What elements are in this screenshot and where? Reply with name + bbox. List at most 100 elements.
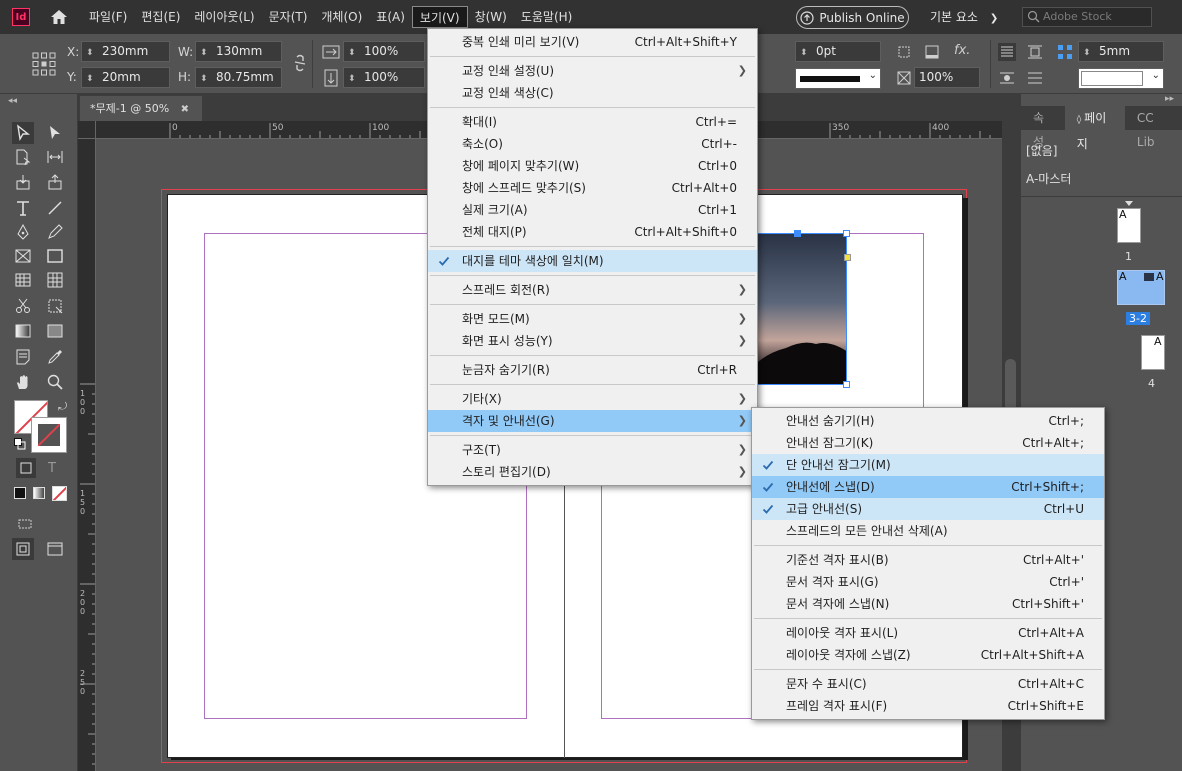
distribute-icon[interactable] — [1026, 69, 1044, 87]
edit-in-photoshop-icon[interactable] — [14, 512, 36, 534]
view-menu-item[interactable]: 화면 모드(M) ❯ — [428, 308, 757, 330]
view-menu-item[interactable]: 실제 크기(A) Ctrl+1 — [428, 199, 757, 221]
menu-help[interactable]: 도움말(H) — [514, 6, 580, 28]
hand-tool[interactable] — [12, 371, 34, 393]
stroke-weight-field[interactable]: ⬍ 0pt — [795, 41, 881, 62]
view-mode-icon[interactable] — [12, 538, 34, 560]
formatting-text-icon[interactable]: T — [42, 458, 62, 478]
page-number-spread[interactable]: 3-2 — [1126, 312, 1150, 325]
h-field[interactable]: ⬍ 80.75mm — [195, 67, 282, 88]
rectangle-frame-tool[interactable] — [12, 245, 34, 267]
link-proportions-icon[interactable] — [292, 54, 310, 72]
master-none[interactable]: [없음] — [1026, 142, 1057, 159]
page-tool[interactable] — [12, 146, 34, 168]
effects-icon[interactable]: fx. — [954, 43, 972, 61]
gradient-swatch-tool[interactable] — [12, 320, 34, 342]
free-transform-tool[interactable] — [44, 295, 66, 317]
stepper-icon[interactable]: ⬍ — [1083, 44, 1091, 63]
screen-mode-icon[interactable] — [44, 538, 66, 560]
page-thumbnail-4[interactable]: A — [1141, 335, 1165, 370]
spread-thumbnail-selected[interactable]: A A — [1117, 270, 1165, 305]
default-fill-stroke-icon[interactable] — [14, 438, 26, 450]
align-center-icon[interactable] — [998, 69, 1016, 87]
grid-submenu-item[interactable]: 레이아웃 격자에 스냅(Z) Ctrl+Alt+Shift+A — [752, 644, 1104, 666]
line-tool[interactable] — [44, 197, 66, 219]
home-icon[interactable] — [48, 6, 70, 28]
grid-submenu-item[interactable]: 문서 격자 표시(G) Ctrl+' — [752, 571, 1104, 593]
view-menu-item[interactable]: 전체 대지(P) Ctrl+Alt+Shift+0 — [428, 221, 757, 243]
view-menu-item[interactable]: 화면 표시 성능(Y) ❯ — [428, 330, 757, 352]
master-a[interactable]: A-마스터 — [1026, 170, 1071, 187]
selection-tool[interactable] — [12, 122, 34, 144]
grid-submenu-item[interactable]: 문자 수 표시(C) Ctrl+Alt+C — [752, 673, 1104, 695]
grid-submenu-item[interactable]: 레이아웃 격자 표시(L) Ctrl+Alt+A — [752, 622, 1104, 644]
view-menu-item[interactable]: 기타(X) ❯ — [428, 388, 757, 410]
grid-submenu-item[interactable]: 고급 안내선(S) Ctrl+U — [752, 498, 1104, 520]
text-wrap-none-icon[interactable] — [998, 43, 1016, 61]
scale-y-field[interactable]: ⬍ 100% — [343, 67, 425, 88]
grid-submenu-item[interactable]: 스프레드의 모든 안내선 삭제(A) — [752, 520, 1104, 542]
stepper-icon[interactable]: ⬍ — [86, 70, 94, 89]
view-menu-item[interactable]: 창에 스프레드 맞추기(S) Ctrl+Alt+0 — [428, 177, 757, 199]
content-grabber-handle[interactable] — [844, 254, 851, 261]
stepper-icon[interactable]: ⬍ — [200, 70, 208, 89]
view-menu-item[interactable]: 중복 인쇄 미리 보기(V) Ctrl+Alt+Shift+Y — [428, 31, 757, 53]
gap-field[interactable]: ⬍ 5mm — [1078, 41, 1164, 62]
swap-fill-stroke-icon[interactable]: ⤾ — [58, 400, 67, 414]
direct-selection-tool[interactable] — [44, 122, 66, 144]
adobe-stock-search[interactable]: Adobe Stock — [1022, 7, 1152, 27]
corner-options-icon[interactable] — [896, 70, 914, 88]
reference-point-icon[interactable] — [32, 52, 56, 76]
stepper-icon[interactable]: ⬍ — [348, 44, 356, 63]
view-menu-item[interactable]: 눈금자 숨기기(R) Ctrl+R — [428, 359, 757, 381]
opacity-field[interactable]: 100% — [914, 67, 980, 88]
text-wrap-bbox-icon[interactable] — [1026, 43, 1044, 61]
close-icon[interactable]: ✖ — [181, 104, 189, 115]
gap-tool[interactable] — [44, 146, 66, 168]
view-menu-item[interactable]: 구조(T) ❯ — [428, 439, 757, 461]
grid-submenu-item[interactable]: 안내선에 스냅(D) Ctrl+Shift+; — [752, 476, 1104, 498]
tab-cc-libraries[interactable]: CC Lib — [1125, 106, 1182, 149]
collapse-panel-icon[interactable]: ◂◂ — [8, 96, 17, 106]
stepper-icon[interactable]: ⬍ — [200, 44, 208, 63]
menu-object[interactable]: 개체(O) — [314, 6, 369, 28]
w-field[interactable]: ⬍ 130mm — [195, 41, 282, 62]
eyedropper-tool[interactable] — [44, 346, 66, 368]
fitting-icon[interactable] — [896, 44, 914, 62]
stroke-type-dropdown[interactable]: ⌄ — [795, 68, 881, 89]
view-menu-item[interactable]: 대지를 테마 색상에 일치(M) — [428, 250, 757, 272]
grid-submenu-item[interactable]: 프레임 격자 표시(F) Ctrl+Shift+E — [752, 695, 1104, 717]
ruler-origin[interactable] — [78, 121, 96, 139]
x-field[interactable]: ⬍ 230mm — [81, 41, 170, 62]
scale-x-field[interactable]: ⬍ 100% — [343, 41, 425, 62]
frame-handle[interactable] — [794, 230, 801, 237]
view-menu-item[interactable]: 교정 인쇄 색상(C) — [428, 82, 757, 104]
view-menu-item[interactable]: 축소(O) Ctrl+- — [428, 133, 757, 155]
grid-submenu-item[interactable]: 기준선 격자 표시(B) Ctrl+Alt+' — [752, 549, 1104, 571]
note-tool[interactable] — [12, 346, 34, 368]
tab-pages[interactable]: ◊ 페이지 — [1064, 106, 1125, 151]
formatting-container-icon[interactable] — [16, 458, 36, 478]
pencil-tool[interactable] — [44, 221, 66, 243]
page-thumbnail-1[interactable]: A — [1117, 208, 1141, 243]
pen-tool[interactable] — [12, 221, 34, 243]
workspace-switcher[interactable]: 기본 요소 ❯ — [930, 8, 998, 25]
type-tool[interactable] — [12, 197, 34, 219]
publish-online-button[interactable]: Publish Online — [796, 6, 909, 29]
collapse-panel-icon[interactable]: ▸▸ — [1165, 94, 1174, 104]
menu-window[interactable]: 창(W) — [468, 6, 514, 28]
menu-edit[interactable]: 편집(E) — [134, 6, 187, 28]
menu-type[interactable]: 문자(T) — [262, 6, 315, 28]
stroke-style-dropdown[interactable]: ⌄ — [1078, 68, 1164, 89]
menu-view[interactable]: 보기(V) — [411, 6, 468, 28]
rectangle-tool[interactable] — [44, 245, 66, 267]
content-placer-tool[interactable] — [44, 171, 66, 193]
apply-color-icon[interactable] — [14, 487, 26, 499]
apply-gradient-icon[interactable] — [33, 487, 45, 499]
view-menu-item[interactable]: 확대(I) Ctrl+= — [428, 111, 757, 133]
y-field[interactable]: ⬍ 20mm — [81, 67, 170, 88]
apply-none-icon[interactable] — [52, 486, 67, 501]
stepper-icon[interactable]: ⬍ — [348, 70, 356, 89]
document-tab[interactable]: *무제-1 @ 50% ✖ — [80, 96, 202, 121]
grid-submenu-item[interactable]: 단 안내선 잠그기(M) — [752, 454, 1104, 476]
